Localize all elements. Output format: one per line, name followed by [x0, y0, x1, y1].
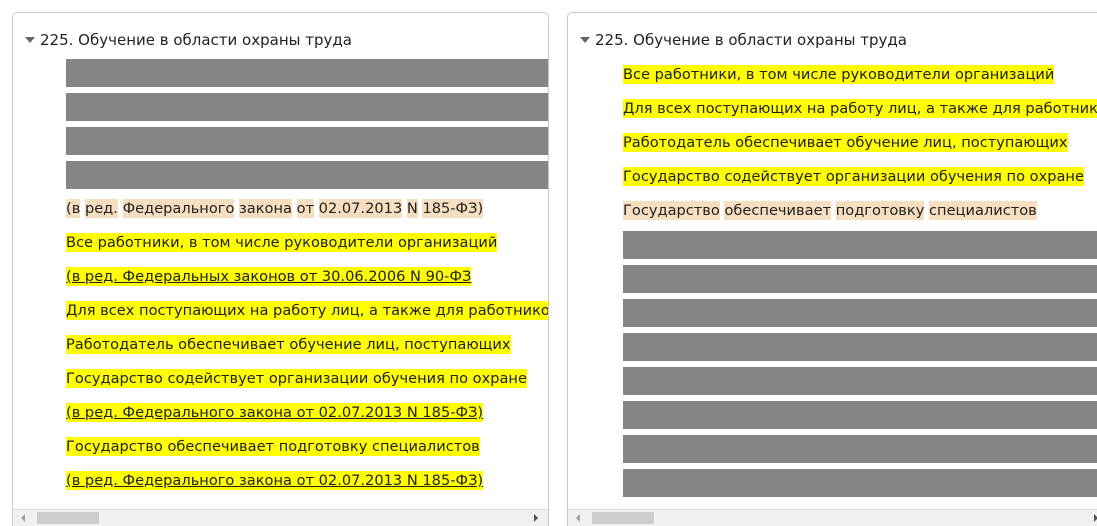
redacted-paragraph[interactable]: [66, 127, 548, 155]
redacted-paragraph[interactable]: [623, 299, 1097, 327]
redacted-paragraph[interactable]: [623, 265, 1097, 293]
highlighted-word: 02.07.2013: [318, 199, 403, 218]
arrow-left-icon[interactable]: [21, 514, 25, 522]
section-header[interactable]: 225. Обучение в области охраны труда: [25, 29, 352, 51]
section-title: 225. Обучение в области охраны труда: [40, 31, 352, 49]
paragraph-text: Все работники, в том числе руководители …: [623, 65, 1055, 84]
redacted-paragraph[interactable]: [623, 469, 1097, 497]
redacted-paragraph[interactable]: [623, 435, 1097, 463]
paragraph-text: Государство содействует организации обуч…: [623, 167, 1084, 186]
redacted-paragraph[interactable]: [66, 93, 548, 121]
paragraph-row[interactable]: Работодатель обеспечивает обучение лиц, …: [66, 331, 548, 359]
redacted-paragraph[interactable]: [623, 231, 1097, 259]
paragraph-row[interactable]: (в ред. Федерального закона от 02.07.201…: [66, 195, 548, 223]
paragraph-list: Все работники, в том числе руководители …: [623, 61, 1097, 503]
highlighted-word: Федерального: [122, 199, 235, 218]
arrow-left-icon[interactable]: [576, 514, 580, 522]
paragraph-text: Государство обеспечивает подготовку спец…: [66, 437, 480, 456]
highlighted-word: от: [296, 199, 315, 218]
paragraph-row[interactable]: Государство содействует организации обуч…: [623, 163, 1097, 191]
paragraph-text: (в ред. Федерального закона от 02.07.201…: [66, 471, 484, 490]
paragraph-row[interactable]: (в ред. Федеральных законов от 30.06.200…: [66, 263, 548, 291]
paragraph-row[interactable]: Все работники, в том числе руководители …: [623, 61, 1097, 89]
highlighted-word: специалистов: [929, 201, 1037, 220]
scrollbar-thumb[interactable]: [592, 512, 654, 524]
paragraph-text: Работодатель обеспечивает обучение лиц, …: [66, 335, 511, 354]
highlighted-word: ред.: [84, 199, 118, 218]
paragraph-row[interactable]: (в ред. Федерального закона от 02.07.201…: [66, 467, 548, 495]
triangle-down-icon[interactable]: [25, 36, 35, 43]
triangle-down-icon[interactable]: [580, 36, 590, 43]
paragraph-row[interactable]: Работодатель обеспечивает обучение лиц, …: [623, 129, 1097, 157]
paragraph-text: (в ред. Федеральных законов от 30.06.200…: [66, 267, 472, 286]
highlighted-word: N: [406, 199, 418, 218]
redacted-paragraph[interactable]: [623, 401, 1097, 429]
paragraph-row[interactable]: Государство обеспечивает подготовку спец…: [66, 433, 548, 461]
paragraph-text: Государство содействует организации обуч…: [66, 369, 527, 388]
paragraph-row[interactable]: Для всех поступающих на работу лиц, а та…: [623, 95, 1097, 123]
section-title: 225. Обучение в области охраны труда: [595, 31, 907, 49]
section-header[interactable]: 225. Обучение в области охраны труда: [580, 29, 907, 51]
paragraph-text: Все работники, в том числе руководители …: [66, 233, 498, 252]
horizontal-scrollbar[interactable]: [568, 509, 1097, 526]
paragraph-row[interactable]: Для всех поступающих на работу лиц, а та…: [66, 297, 548, 325]
redacted-paragraph[interactable]: [623, 333, 1097, 361]
highlighted-word: 185-ФЗ): [422, 199, 484, 218]
scrollbar-thumb[interactable]: [37, 512, 99, 524]
right-document-panel: 225. Обучение в области охраны труда Все…: [567, 12, 1097, 526]
highlighted-word: подготовку: [835, 201, 925, 220]
highlighted-word: обеспечивает: [724, 201, 832, 220]
paragraph-text: Для всех поступающих на работу лиц, а та…: [623, 99, 1097, 118]
paragraph-row[interactable]: Все работники, в том числе руководители …: [66, 229, 548, 257]
paragraph-text: Работодатель обеспечивает обучение лиц, …: [623, 133, 1068, 152]
paragraph-list: (в ред. Федерального закона от 02.07.201…: [66, 59, 548, 501]
highlighted-word: Государство: [623, 201, 720, 220]
highlighted-word: (в: [66, 199, 81, 218]
paragraph-row[interactable]: (в ред. Федерального закона от 02.07.201…: [66, 399, 548, 427]
redacted-paragraph[interactable]: [623, 367, 1097, 395]
paragraph-text: (в ред. Федерального закона от 02.07.201…: [66, 403, 484, 422]
horizontal-scrollbar[interactable]: [13, 509, 548, 526]
paragraph-row[interactable]: Государство обеспечивает подготовку спец…: [623, 197, 1097, 225]
highlighted-word: закона: [239, 199, 292, 218]
redacted-paragraph[interactable]: [66, 59, 548, 87]
left-document-panel: 225. Обучение в области охраны труда (в …: [12, 12, 549, 526]
paragraph-text: Для всех поступающих на работу лиц, а та…: [66, 301, 548, 320]
arrow-right-icon[interactable]: [534, 514, 538, 522]
redacted-paragraph[interactable]: [66, 161, 548, 189]
paragraph-row[interactable]: Государство содействует организации обуч…: [66, 365, 548, 393]
